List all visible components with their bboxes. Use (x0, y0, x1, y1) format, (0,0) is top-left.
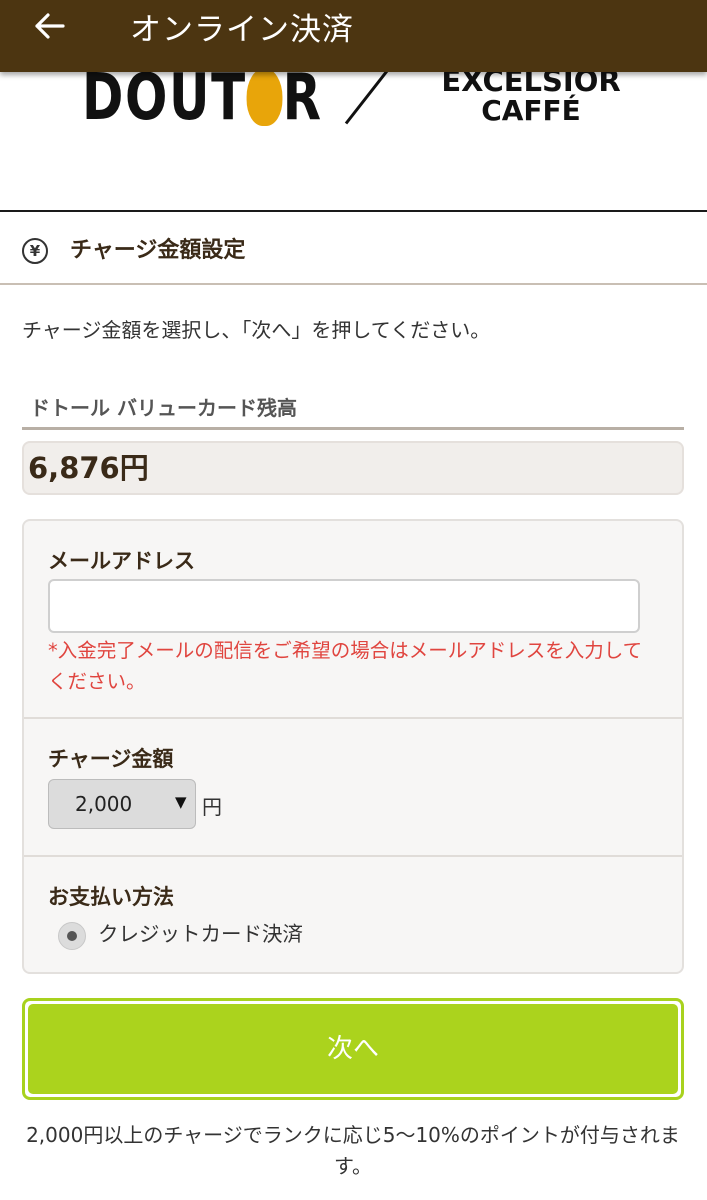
email-input[interactable] (48, 579, 640, 633)
dropdown-caret-icon: ▼ (175, 793, 187, 811)
brand-logo-area: DOUT R EXCELSIOR CAFFÉ (0, 72, 707, 212)
excelsior-logo-line1: EXCELSIOR (441, 72, 621, 98)
charge-amount-select[interactable]: 2,000 ▼ (48, 779, 196, 829)
section-header: ¥ チャージ金額設定 (0, 210, 707, 285)
amount-unit: 円 (202, 795, 222, 819)
payment-label: お支払い方法 (48, 885, 174, 909)
email-row: メールアドレス *入金完了メールの配信をご希望の場合はメールアドレスを入力してく… (24, 521, 682, 719)
next-button-label: 次へ (28, 1004, 678, 1094)
section-title: チャージ金額設定 (70, 238, 246, 263)
balance-value: 6,876円 (22, 441, 684, 495)
balance-label: ドトール バリューカード残高 (22, 392, 684, 430)
doutor-logo-text-suffix: R (282, 72, 323, 135)
doutor-logo-text-prefix: DOUT (82, 72, 247, 135)
instruction-text: チャージ金額を選択し、「次へ」を押してください。 (22, 318, 491, 342)
yen-circle-icon: ¥ (22, 238, 48, 264)
amount-label: チャージ金額 (48, 747, 174, 771)
app-bar: オンライン決済 (0, 0, 707, 72)
doutor-logo: DOUT R (82, 72, 323, 130)
credit-card-radio-label[interactable]: クレジットカード決済 (98, 917, 303, 947)
arrow-left-icon (35, 13, 65, 39)
email-label: メールアドレス (48, 549, 195, 573)
credit-card-radio[interactable] (58, 922, 86, 950)
coffee-bean-icon (246, 72, 283, 126)
app-bar-title: オンライン決済 (130, 12, 354, 48)
payment-row: お支払い方法 クレジットカード決済 (24, 857, 682, 974)
charge-form: メールアドレス *入金完了メールの配信をご希望の場合はメールアドレスを入力してく… (22, 519, 684, 974)
logo-divider-slash (344, 72, 397, 125)
email-note: *入金完了メールの配信をご希望の場合はメールアドレスを入力してください。 (48, 639, 643, 693)
amount-row: チャージ金額 2,000 ▼ 円 (24, 719, 682, 857)
excelsior-caffe-logo: EXCELSIOR CAFFÉ (436, 72, 626, 126)
back-button[interactable] (26, 6, 74, 46)
points-note: 2,000円以上のチャージでランクに応じ5〜10%のポイントが付与されます。 (26, 1123, 680, 1178)
excelsior-logo-line2: CAFFÉ (481, 94, 581, 128)
charge-amount-value: 2,000 (75, 792, 133, 816)
next-button[interactable]: 次へ (22, 998, 684, 1100)
